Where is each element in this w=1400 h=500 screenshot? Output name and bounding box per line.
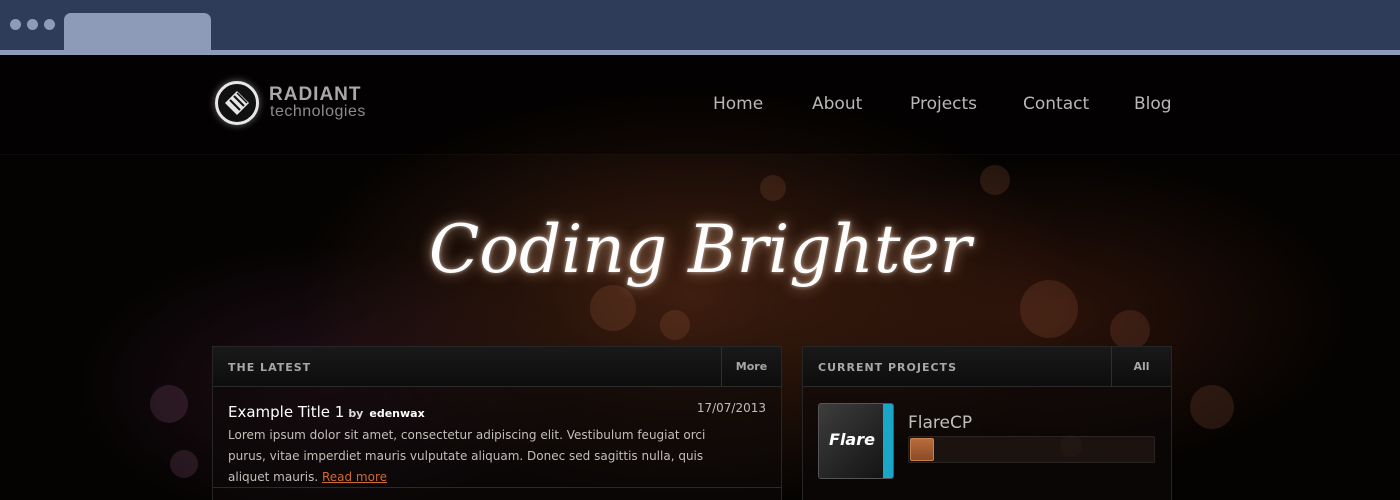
logo-subtitle[interactable]: technologies [270, 103, 366, 121]
browser-chrome [0, 0, 1400, 50]
nav-blog[interactable]: Blog [1134, 93, 1172, 115]
projects-panel-header: CURRENT PROJECTS All [803, 347, 1171, 387]
nav-home[interactable]: Home [713, 93, 763, 115]
site-header [0, 55, 1400, 155]
bokeh-light [1190, 385, 1234, 429]
read-more-link[interactable]: Read more [322, 470, 387, 484]
nav-projects[interactable]: Projects [910, 93, 977, 115]
latest-panel: THE LATEST More Example Title 1 by edenwax… [212, 346, 782, 500]
bokeh-light [660, 310, 690, 340]
post-divider [213, 487, 781, 488]
flarecp-thumbnail[interactable]: Flare [818, 403, 894, 479]
window-dot-icon[interactable] [44, 19, 55, 30]
project-progress-fill [910, 438, 934, 461]
projects-panel-title: CURRENT PROJECTS [818, 361, 957, 374]
bokeh-light [170, 450, 198, 478]
nav-contact[interactable]: Contact [1023, 93, 1089, 115]
project-name[interactable]: FlareCP [908, 413, 972, 433]
logo-title[interactable]: RADIANT [269, 85, 362, 105]
window-dot-icon[interactable] [27, 19, 38, 30]
radiant-logo-icon[interactable] [215, 81, 259, 125]
window-dot-icon[interactable] [10, 19, 21, 30]
all-projects-button[interactable]: All [1111, 347, 1171, 387]
post-title-line: Example Title 1 by edenwax [228, 403, 425, 421]
post-by-label: by [348, 407, 364, 420]
project-progress-bar [908, 436, 1155, 463]
post-date: 17/07/2013 [696, 401, 766, 415]
latest-panel-header: THE LATEST More [213, 347, 781, 387]
projects-panel: CURRENT PROJECTS All Flare FlareCP [802, 346, 1172, 500]
post-author[interactable]: edenwax [369, 407, 424, 420]
bokeh-light [1110, 310, 1150, 350]
browser-tab[interactable] [64, 13, 211, 50]
latest-panel-title: THE LATEST [228, 361, 312, 374]
bokeh-light [590, 285, 636, 331]
bokeh-light [150, 385, 188, 423]
website-viewport: RADIANT technologies Home About Projects… [0, 55, 1400, 500]
bokeh-light [980, 165, 1010, 195]
bokeh-light [760, 175, 786, 201]
diamond-logo-icon [225, 91, 249, 115]
post-title[interactable]: Example Title 1 [228, 403, 344, 421]
post-body-text: Lorem ipsum dolor sit amet, consectetur … [228, 428, 706, 484]
nav-about[interactable]: About [812, 93, 862, 115]
hero-heading: Coding Brighter [428, 211, 972, 288]
post-excerpt: Lorem ipsum dolor sit amet, consectetur … [228, 425, 728, 488]
more-button[interactable]: More [721, 347, 781, 387]
thumbnail-label: Flare [829, 430, 875, 449]
